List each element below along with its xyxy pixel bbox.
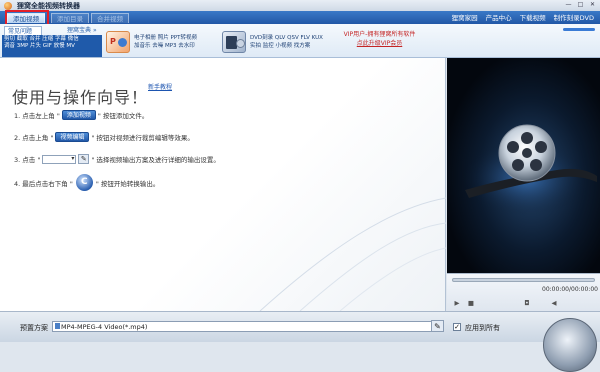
video-preview bbox=[447, 58, 600, 273]
photo-album-icon: P bbox=[106, 30, 130, 53]
feature-dvd-burn[interactable]: DVD刻录 QLV QSV FLV KUX 实拍 监控 小视频 找方案 bbox=[222, 28, 323, 55]
feature-photo-album[interactable]: P 电子相册 照片 PPT转视频 加音乐 去噪 MP3 去水印 bbox=[106, 28, 197, 55]
time-separator: / bbox=[569, 286, 572, 293]
apply-all-label: 应用到所有 bbox=[465, 324, 500, 332]
preset-format-icon bbox=[55, 323, 60, 329]
title-bar: 狸窝全能视频转换器 — □ ✕ bbox=[0, 0, 600, 11]
step-3-prefix: 3. 点击 " bbox=[14, 156, 41, 164]
film-reel-icon bbox=[463, 124, 597, 216]
top-menu-dvd[interactable]: 制作刻录DVD bbox=[554, 13, 594, 23]
convert-icon[interactable]: C bbox=[75, 174, 93, 191]
stop-button[interactable]: ■ bbox=[467, 299, 475, 307]
top-menu-download[interactable]: 下载视频 bbox=[520, 13, 546, 23]
volume-slider[interactable] bbox=[563, 28, 595, 31]
step-2-edit-video-button[interactable]: 视频编辑 bbox=[55, 132, 90, 142]
top-menu-products[interactable]: 产品中心 bbox=[486, 13, 512, 23]
settings-wrench-button[interactable]: ✎ bbox=[431, 320, 444, 332]
merge-video-button[interactable]: 合并视频 bbox=[91, 13, 129, 23]
feature-dvd-burn-line-1: DVD刻录 QLV QSV FLV KUX bbox=[250, 34, 323, 41]
tab-guide-book[interactable]: 狸窝宝典 » bbox=[64, 26, 100, 35]
dvd-device-icon bbox=[222, 30, 246, 53]
close-button[interactable]: ✕ bbox=[588, 1, 597, 9]
quick-links-line-1: 剪切 截取 合并 压缩 字幕 微信 bbox=[4, 36, 79, 42]
guide-step-1: 1. 点击左上角 " 添加视频 " 按钮添加文件。 bbox=[14, 110, 148, 120]
step-1-prefix: 1. 点击左上角 " bbox=[14, 112, 60, 120]
guide-panel: 使用与操作向导！ 新手教程 1. 点击左上角 " 添加视频 " 按钮添加文件。 … bbox=[0, 58, 446, 311]
step-4-suffix: " 按钮开始转换输出。 bbox=[95, 179, 160, 188]
feature-photo-album-line-2: 加音乐 去噪 MP3 去水印 bbox=[134, 42, 195, 49]
wrench-icon[interactable]: ✎ bbox=[78, 154, 90, 164]
tutorial-link[interactable]: 新手教程 bbox=[148, 82, 172, 91]
preset-dropdown[interactable]: MP4-MPEG-4 Video(*.mp4) ▾ bbox=[52, 321, 444, 332]
step-1-suffix: " 按钮添加文件。 bbox=[97, 112, 149, 120]
speaker-icon[interactable]: ◀ bbox=[550, 299, 558, 307]
top-menu: 狸窝家园 产品中心 下载视频 制作刻录DVD bbox=[452, 13, 594, 23]
guide-step-4: 4. 最后点击右下角 " C " 按钮开始转换输出。 bbox=[14, 174, 159, 191]
step-3-suffix: " 选择视频输出方案及进行详细的输出设置。 bbox=[91, 156, 220, 164]
top-menu-home[interactable]: 狸窝家园 bbox=[452, 13, 478, 23]
vip-upgrade-link[interactable]: 点此升级VIP会员 bbox=[332, 39, 427, 48]
feature-photo-album-line-1: 电子相册 照片 PPT转视频 bbox=[134, 34, 197, 41]
feature-banner: 常见问题 狸窝宝典 » 剪切 截取 合并 压缩 字幕 微信 调音 3MP 片头 … bbox=[0, 24, 600, 58]
quick-links-line-2: 调音 3MP 片头 GIF 放慢 MV bbox=[4, 43, 75, 49]
convert-button[interactable] bbox=[543, 318, 597, 372]
preset-label: 预置方案 bbox=[20, 324, 48, 332]
tab-faq[interactable]: 常见问题 bbox=[4, 26, 42, 35]
camera-icon[interactable]: ◘ bbox=[523, 299, 531, 307]
vip-promo[interactable]: VIP用户-拥有狸窝所有软件 点此升级VIP会员 bbox=[332, 30, 427, 48]
feature-dvd-burn-line-2: 实拍 监控 小视频 找方案 bbox=[250, 42, 311, 49]
player-controls: 00:00:00 00:00:00 / ▶ ■ ◘ ◀ bbox=[447, 273, 600, 311]
step-2-suffix: " 按钮对视频进行裁剪编辑等效果。 bbox=[91, 134, 194, 142]
bottom-bar: 预置方案 MP4-MPEG-4 Video(*.mp4) ▾ ✎ ✓ 应用到所有 bbox=[0, 311, 600, 342]
step-4-prefix: 4. 最后点击右下角 " bbox=[14, 179, 73, 188]
guide-title: 使用与操作向导！ bbox=[12, 88, 149, 107]
main-toolbar: 添加视频 添加目录 合并视频 狸窝家园 产品中心 下载视频 制作刻录DVD bbox=[0, 11, 600, 24]
step-3-preset-dropdown[interactable] bbox=[42, 154, 77, 164]
guide-step-3: 3. 点击 " ✎ " 选择视频输出方案及进行详细的输出设置。 bbox=[14, 154, 220, 164]
apply-all-checkbox[interactable]: ✓ bbox=[453, 323, 461, 331]
guide-step-2: 2. 点击上角 " 视频编辑 " 按钮对视频进行裁剪编辑等效果。 bbox=[14, 132, 194, 142]
quick-links-panel[interactable]: 剪切 截取 合并 压缩 字幕 微信 调音 3MP 片头 GIF 放慢 MV bbox=[2, 35, 102, 57]
seek-slider[interactable] bbox=[452, 278, 595, 282]
vip-promo-text: VIP用户-拥有狸窝所有软件 bbox=[343, 31, 416, 38]
window-controls: — □ ✕ bbox=[564, 1, 597, 9]
step-1-add-video-button[interactable]: 添加视频 bbox=[61, 110, 96, 120]
tab-guide-book-label: 狸窝宝典 bbox=[67, 27, 92, 34]
app-logo-icon bbox=[4, 2, 12, 10]
minimize-button[interactable]: — bbox=[564, 1, 573, 9]
total-time: 00:00:00 bbox=[571, 286, 598, 293]
preset-value: MP4-MPEG-4 Video(*.mp4) bbox=[61, 323, 148, 331]
maximize-button[interactable]: □ bbox=[576, 1, 585, 9]
add-folder-button[interactable]: 添加目录 bbox=[51, 13, 89, 23]
current-time: 00:00:00 bbox=[542, 286, 569, 293]
play-button[interactable]: ▶ bbox=[453, 299, 461, 307]
step-2-prefix: 2. 点击上角 " bbox=[14, 134, 54, 142]
chevron-right-icon: » bbox=[92, 27, 97, 34]
